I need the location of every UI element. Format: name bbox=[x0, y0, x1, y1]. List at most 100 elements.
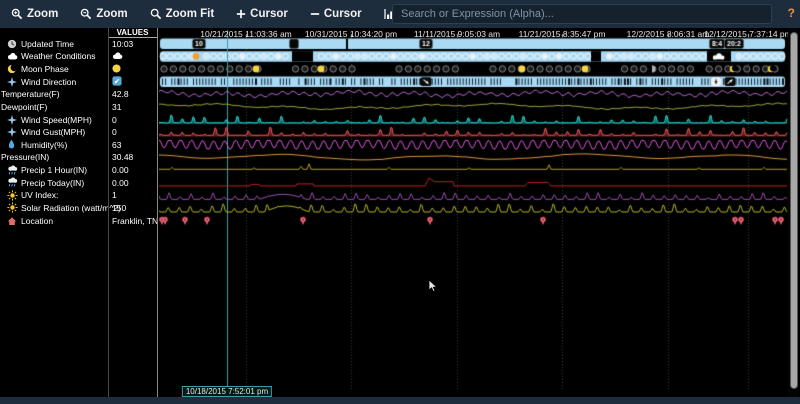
sidebar-divider bbox=[108, 28, 109, 397]
row-label: Precip Today(IN) bbox=[21, 178, 84, 188]
row-label: Location bbox=[21, 216, 53, 226]
sidebar-row-uv-index[interactable]: UV Index:1 bbox=[0, 189, 157, 202]
droplet-icon bbox=[7, 139, 18, 150]
row-label-cell: Updated Time bbox=[0, 38, 108, 49]
row-label: Wind Gust(MPH) bbox=[21, 127, 85, 137]
chart-pane: 10/21/2015 11:03:36 am 10/31/2015 10:34:2… bbox=[159, 28, 788, 397]
sun-icon bbox=[7, 202, 18, 213]
time-axis-label: 12/12/2015 7:37:14 pm bbox=[704, 29, 788, 39]
row-label: Temperature(F) bbox=[1, 89, 60, 99]
time-axis-label: 10/21/2015 11:03:36 am bbox=[200, 29, 292, 39]
mouse-pointer bbox=[428, 279, 440, 298]
chart-canvas[interactable] bbox=[159, 28, 788, 397]
minus-icon bbox=[310, 9, 320, 19]
cloud-icon bbox=[7, 51, 18, 62]
row-value bbox=[108, 51, 157, 62]
zoom-fit-button[interactable]: Zoom Fit bbox=[139, 0, 226, 28]
row-label-cell: Weather Conditions bbox=[0, 51, 108, 62]
row-label-cell: Moon Phase bbox=[0, 64, 108, 75]
values-header: VALUES bbox=[108, 28, 157, 38]
row-value bbox=[108, 76, 157, 88]
cloud-small bbox=[112, 51, 123, 62]
cursor-time-label[interactable]: 10/18/2015 7:52:01 pm bbox=[182, 386, 272, 397]
row-label-cell: Precip 1 Hour(IN) bbox=[0, 165, 108, 176]
moon-full bbox=[112, 64, 121, 75]
toolbar: ZoomZoomZoom FitCursorCursorStatsUnitsTo… bbox=[0, 0, 800, 28]
row-label-cell: Wind Gust(MPH) bbox=[0, 127, 108, 138]
row-label-cell: Wind Direction bbox=[0, 76, 108, 87]
time-axis-label: 11/11/2015 9:05:03 am bbox=[414, 29, 500, 39]
row-label: Humidity(%) bbox=[21, 140, 67, 150]
row-label: Moon Phase bbox=[21, 64, 69, 74]
row-label-cell: UV Index: bbox=[0, 190, 108, 201]
row-value: Franklin, TN bbox=[108, 216, 157, 226]
search-input[interactable] bbox=[392, 4, 772, 24]
wind-dir-chip bbox=[112, 76, 122, 88]
row-label-cell: Location bbox=[0, 215, 108, 226]
toolbar-button-label: Cursor bbox=[324, 8, 362, 20]
zoom-out-button[interactable]: Zoom bbox=[69, 0, 138, 28]
bottom-bar bbox=[0, 397, 800, 404]
time-axis-label: 10/31/2015 10:34:20 pm bbox=[305, 29, 397, 39]
row-label: Wind Speed(MPH) bbox=[21, 115, 92, 125]
sun-icon bbox=[7, 190, 18, 201]
row-label-cell: Precip Today(IN) bbox=[0, 177, 108, 188]
row-label-cell: Solar Radiation (watt/m^2) bbox=[0, 202, 108, 213]
row-label: Dewpoint(F) bbox=[1, 102, 47, 112]
sidebar-row-temperature-f[interactable]: Temperature(F) 42.8 bbox=[0, 88, 157, 101]
rain-icon bbox=[7, 165, 18, 176]
row-value: 150 bbox=[108, 203, 157, 213]
wind-icon bbox=[7, 114, 18, 125]
help-button[interactable]: ? bbox=[788, 6, 795, 20]
app-window: ZoomZoomZoom FitCursorCursorStatsUnitsTo… bbox=[0, 0, 800, 404]
row-label: Precip 1 Hour(IN) bbox=[21, 165, 87, 175]
row-label: Wind Direction bbox=[21, 77, 76, 87]
toolbar-button-label: Zoom Fit bbox=[166, 8, 215, 20]
row-label-cell: Pressure(IN) bbox=[0, 152, 108, 162]
sidebar-row-wind-direction[interactable]: Wind Direction bbox=[0, 75, 157, 88]
sidebar-row-wind-speed-mph[interactable]: Wind Speed(MPH) 0 bbox=[0, 113, 157, 126]
sidebar-row-moon-phase[interactable]: Moon Phase bbox=[0, 63, 157, 76]
row-value: 30.48 bbox=[108, 152, 157, 162]
rain-icon bbox=[7, 177, 18, 188]
time-axis-label: 12/2/2015 8:06:31 am bbox=[627, 29, 710, 39]
home-icon bbox=[7, 215, 18, 226]
row-label-cell: Wind Speed(MPH) bbox=[0, 114, 108, 125]
row-label: Updated Time bbox=[21, 39, 74, 49]
wind-icon bbox=[7, 76, 18, 87]
sidebar-row-wind-gust-mph[interactable]: Wind Gust(MPH)0 bbox=[0, 126, 157, 139]
sidebar-row-precip-today-in[interactable]: Precip Today(IN) 0.00 bbox=[0, 176, 157, 189]
toolbar-button-label: Zoom bbox=[96, 8, 127, 20]
row-value: 0 bbox=[108, 115, 157, 125]
row-value: 0.00 bbox=[108, 178, 157, 188]
sidebar-row-location[interactable]: Location Franklin, TN bbox=[0, 214, 157, 227]
time-axis-label: 11/21/2015 8:35:47 pm bbox=[519, 29, 606, 39]
row-label: Solar Radiation (watt/m^2) bbox=[21, 203, 121, 213]
sidebar-row-weather-conditions[interactable]: Weather Conditions bbox=[0, 50, 157, 63]
zoom-in-icon bbox=[11, 8, 23, 20]
values-divider bbox=[157, 28, 158, 397]
row-value bbox=[108, 64, 157, 75]
add-cursor-button[interactable]: Cursor bbox=[225, 0, 299, 28]
sidebar-row-solar-radiation-watt-m-2[interactable]: Solar Radiation (watt/m^2)150 bbox=[0, 202, 157, 215]
zoom-fit-icon bbox=[150, 8, 162, 20]
row-label: Pressure(IN) bbox=[1, 152, 49, 162]
row-value: 42.8 bbox=[108, 89, 157, 99]
sidebar-row-updated-time[interactable]: Updated Time10:03 bbox=[0, 38, 157, 51]
sidebar-row-precip-1-hour-in[interactable]: Precip 1 Hour(IN)0.00 bbox=[0, 164, 157, 177]
row-value: 1 bbox=[108, 190, 157, 200]
sidebar-row-humidity[interactable]: Humidity(%) 63 bbox=[0, 139, 157, 152]
sidebar-row-dewpoint-f[interactable]: Dewpoint(F)31 bbox=[0, 101, 157, 114]
row-label-cell: Temperature(F) bbox=[0, 89, 108, 99]
zoom-in-button[interactable]: Zoom bbox=[0, 0, 69, 28]
scrollbar-track[interactable] bbox=[788, 28, 799, 397]
wind-icon bbox=[7, 127, 18, 138]
sidebar-row-pressure-in[interactable]: Pressure(IN) 30.48 bbox=[0, 151, 157, 164]
remove-cursor-button[interactable]: Cursor bbox=[299, 0, 373, 28]
plus-icon bbox=[236, 9, 246, 19]
row-value: 63 bbox=[108, 140, 157, 150]
zoom-out-icon bbox=[80, 8, 92, 20]
row-label: Weather Conditions bbox=[21, 51, 96, 61]
scrollbar-thumb[interactable] bbox=[790, 32, 798, 389]
toolbar-button-label: Zoom bbox=[27, 8, 58, 20]
